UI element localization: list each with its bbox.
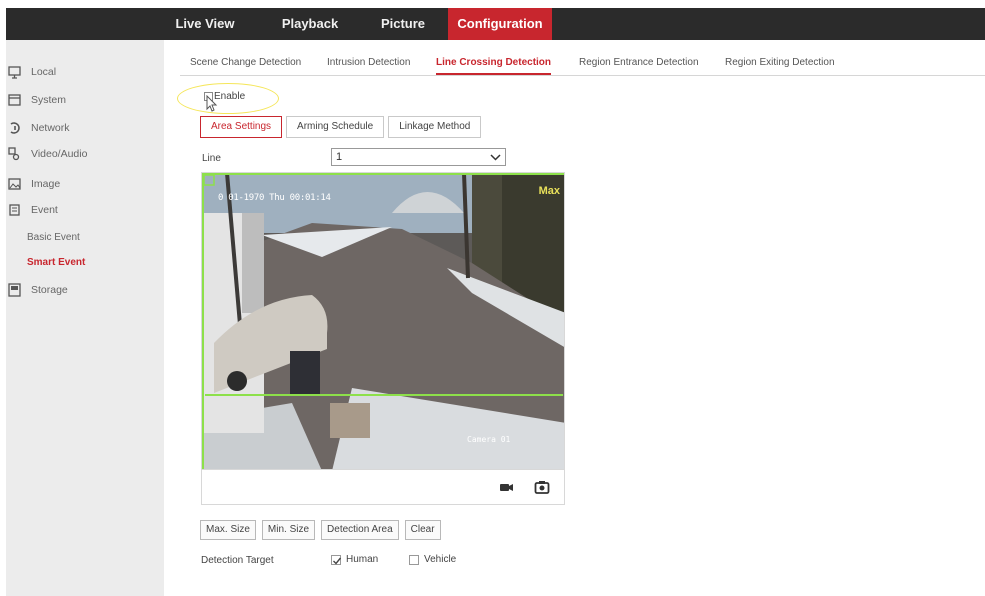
video-preview[interactable]: 0 01-1970 Thu 00:01:14 Max Camera 01 <box>201 172 565 470</box>
osd-timestamp: 0 01-1970 Thu 00:01:14 <box>218 193 331 203</box>
event-icon <box>9 204 20 216</box>
sidebar-subitem-smart-event[interactable]: Smart Event <box>27 254 85 272</box>
top-nav: Live View Playback Picture Configuration <box>172 8 552 40</box>
vehicle-label: Vehicle <box>424 554 457 565</box>
sidebar-item-event[interactable]: Event <box>6 200 164 220</box>
area-buttons: Max. Size Min. Size Detection Area Clear <box>200 520 447 540</box>
tab-intrusion-detection[interactable]: Intrusion Detection <box>327 54 410 75</box>
record-icon[interactable] <box>498 479 514 495</box>
detection-tabs: Scene Change Detection Intrusion Detecti… <box>180 52 985 76</box>
sidebar-item-network[interactable]: Network <box>6 118 164 138</box>
osd-max-label: Max <box>538 185 560 197</box>
sidebar-item-label: System <box>31 94 67 106</box>
check-icon <box>333 557 342 565</box>
detection-target-label: Detection Target <box>201 555 274 566</box>
step-arming-schedule[interactable]: Arming Schedule <box>286 116 385 138</box>
mouse-cursor-icon <box>206 95 218 112</box>
sidebar-item-label: Image <box>31 178 61 190</box>
tab-scene-change-detection[interactable]: Scene Change Detection <box>190 54 301 75</box>
detection-target-vehicle[interactable]: Vehicle <box>409 554 469 568</box>
sidebar-subitem-basic-event[interactable]: Basic Event <box>27 229 80 247</box>
sidebar-item-label: Storage <box>31 284 68 296</box>
chevron-down-icon <box>490 154 501 161</box>
image-icon <box>8 178 21 190</box>
video-toolbar <box>201 470 565 505</box>
tab-region-exiting-detection[interactable]: Region Exiting Detection <box>725 54 835 75</box>
detection-target-human[interactable]: Human <box>331 554 391 568</box>
clear-button[interactable]: Clear <box>404 520 441 540</box>
sidebar-item-label: Video/Audio <box>31 148 88 160</box>
nav-playback[interactable]: Playback <box>260 8 360 40</box>
monitor-icon <box>8 66 21 79</box>
step-linkage-method[interactable]: Linkage Method <box>388 116 482 138</box>
sidebar-item-label: Event <box>31 204 58 216</box>
tab-region-entrance-detection[interactable]: Region Entrance Detection <box>579 54 699 75</box>
nav-live-view[interactable]: Live View <box>172 8 238 40</box>
sidebar-item-storage[interactable]: Storage <box>6 280 164 300</box>
line-label: Line <box>202 153 221 164</box>
sidebar-item-video-audio[interactable]: Video/Audio <box>6 144 164 164</box>
system-icon <box>8 94 21 106</box>
settings-steps: Area Settings Arming Schedule Linkage Me… <box>200 116 482 138</box>
top-bar: Live View Playback Picture Configuration <box>6 8 985 40</box>
nav-picture[interactable]: Picture <box>370 8 436 40</box>
nav-configuration[interactable]: Configuration <box>448 8 552 40</box>
sidebar-item-image[interactable]: Image <box>6 174 164 194</box>
line-select[interactable]: 1 <box>331 148 506 166</box>
sidebar-item-local[interactable]: Local <box>6 62 164 82</box>
line-select-value: 1 <box>336 151 343 163</box>
camera-icon[interactable] <box>534 479 550 495</box>
max-size-button[interactable]: Max. Size <box>200 520 256 540</box>
step-area-settings[interactable]: Area Settings <box>200 116 283 138</box>
sidebar-item-label: Network <box>31 122 70 134</box>
sidebar-item-system[interactable]: System <box>6 90 164 110</box>
osd-camera-name: Camera 01 <box>467 435 511 444</box>
sidebar: Local System Network Video/Audio Image E… <box>6 40 164 596</box>
network-icon <box>10 122 20 134</box>
detection-area-button[interactable]: Detection Area <box>321 520 399 540</box>
storage-icon <box>8 283 21 297</box>
sidebar-item-label: Local <box>31 66 57 78</box>
camera-scene <box>202 173 564 469</box>
tab-line-crossing-detection[interactable]: Line Crossing Detection <box>436 54 552 75</box>
human-label: Human <box>346 554 379 565</box>
min-size-button[interactable]: Min. Size <box>261 520 316 540</box>
vehicle-checkbox[interactable] <box>409 555 419 565</box>
human-checkbox[interactable] <box>331 555 342 565</box>
enable-label: Enable <box>214 91 246 102</box>
video-audio-icon <box>8 147 20 161</box>
